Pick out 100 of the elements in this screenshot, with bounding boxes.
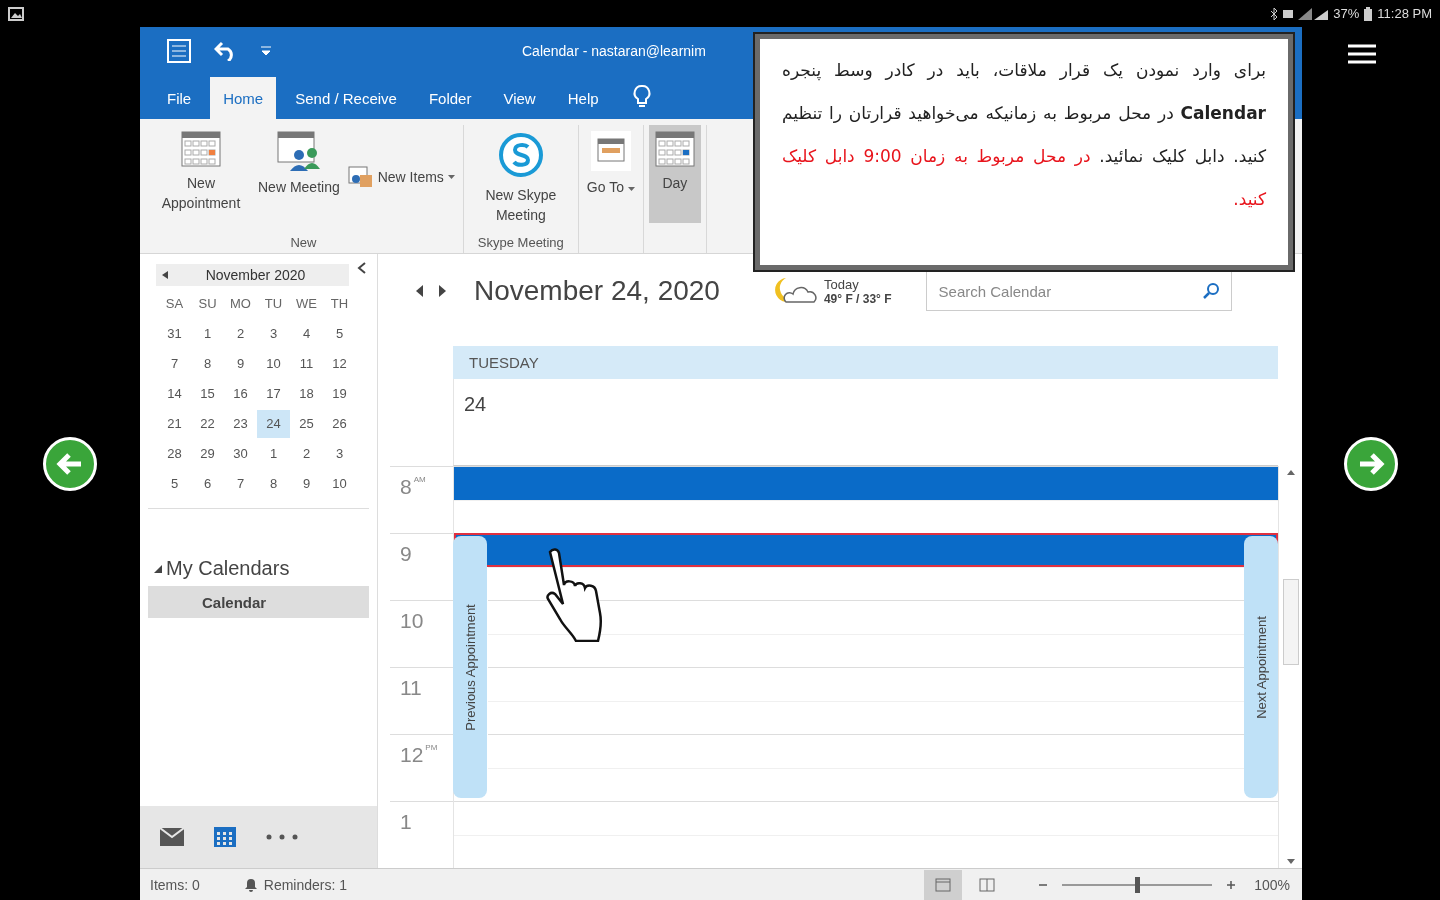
time-slot[interactable] <box>454 466 1278 500</box>
clock-text: 11:28 PM <box>1377 6 1432 21</box>
hour-label: 12 <box>400 743 424 767</box>
calendar-day[interactable]: 1 <box>257 440 290 468</box>
calendar-day[interactable]: 10 <box>257 350 290 378</box>
meeting-icon <box>276 131 321 171</box>
next-appointment-tab[interactable]: Next Appointment <box>1244 536 1278 798</box>
ribbon-tab[interactable]: Send / Receive <box>282 77 410 119</box>
calendar-day[interactable]: 14 <box>158 380 191 408</box>
calendar-day[interactable]: 5 <box>158 470 191 498</box>
calendar-day[interactable]: 29 <box>191 440 224 468</box>
previous-month-icon[interactable] <box>162 271 168 279</box>
calendar-day[interactable]: 21 <box>158 410 191 438</box>
search-icon[interactable] <box>1201 282 1220 300</box>
battery-icon <box>1364 6 1373 21</box>
notification-icon <box>1283 8 1294 19</box>
calendar-day[interactable]: 8 <box>257 470 290 498</box>
calendar-day[interactable]: 26 <box>323 410 356 438</box>
new-items-button[interactable]: New Items <box>344 163 458 191</box>
weather-label: Today <box>823 276 860 292</box>
ribbon-tab[interactable]: Folder <box>415 77 485 119</box>
skype-icon <box>496 131 545 179</box>
temperature-text: 49° F / 33° F <box>823 291 892 306</box>
calendar-day[interactable]: 23 <box>224 410 257 438</box>
calendar-day[interactable]: 9 <box>224 350 257 378</box>
expand-triangle-icon <box>154 564 162 573</box>
go-to-icon <box>590 131 631 171</box>
calendar-day[interactable]: 22 <box>191 410 224 438</box>
hour-label: 9 <box>400 542 412 566</box>
weekday-label: MO <box>229 295 252 313</box>
calendar-day[interactable]: 18 <box>290 380 323 408</box>
scroll-thumb[interactable] <box>1282 579 1299 665</box>
time-slot[interactable] <box>454 533 1278 567</box>
send-receive-icon[interactable] <box>166 37 192 64</box>
calendar-nav-button[interactable] <box>212 825 238 849</box>
mail-nav-button[interactable] <box>158 826 186 848</box>
previous-appointment-tab[interactable]: Previous Appointment <box>453 536 487 798</box>
ribbon-button[interactable]: Day <box>648 125 701 223</box>
right-triangle-icon <box>439 285 446 297</box>
calendar-list-item[interactable]: Calendar <box>148 586 369 618</box>
day-number: 24 <box>464 393 487 417</box>
calendar-day[interactable]: 4 <box>290 320 323 348</box>
scroll-up-icon[interactable] <box>1286 470 1295 475</box>
zoom-slider-thumb[interactable] <box>1135 876 1141 893</box>
items-count: Items: 0 <box>150 876 200 893</box>
calendar-day[interactable]: 17 <box>257 380 290 408</box>
calendar-day[interactable]: 24 <box>257 410 290 438</box>
customize-icon[interactable] <box>260 45 272 56</box>
calendar-day[interactable]: 2 <box>224 320 257 348</box>
calendar-day[interactable]: 25 <box>290 410 323 438</box>
calendar-day[interactable]: 12 <box>323 350 356 378</box>
calendar-day[interactable]: 8 <box>191 350 224 378</box>
calendar-day[interactable]: 31 <box>158 320 191 348</box>
calendar-day[interactable]: 10 <box>323 470 356 498</box>
calendar-day[interactable]: 28 <box>158 440 191 468</box>
ribbon-tab[interactable]: Home <box>210 77 277 119</box>
my-calendars-header[interactable]: My Calendars <box>154 557 377 580</box>
calendar-day[interactable]: 30 <box>224 440 257 468</box>
calendar-day[interactable]: 9 <box>290 470 323 498</box>
calendar-day[interactable]: 7 <box>158 350 191 378</box>
calendar-day[interactable]: 16 <box>224 380 257 408</box>
previous-page-button[interactable] <box>43 436 97 491</box>
calendar-icon <box>181 131 221 167</box>
ribbon-button[interactable]: New Meeting <box>255 125 343 204</box>
weekday-label: WE <box>295 295 318 313</box>
zoom-in-icon[interactable] <box>1226 879 1237 890</box>
calendar-day[interactable]: 6 <box>191 470 224 498</box>
search-field[interactable]: Search Calendar <box>925 271 1232 311</box>
lightbulb-icon[interactable] <box>631 84 652 110</box>
collapse-icon[interactable] <box>357 262 367 274</box>
ribbon-tab[interactable]: Help <box>554 77 612 119</box>
hour-label: 1 <box>400 810 412 834</box>
calendar-day[interactable]: 1 <box>191 320 224 348</box>
weekday-label: TU <box>263 295 284 313</box>
scroll-down-icon[interactable] <box>1286 859 1295 864</box>
ribbon-button[interactable]: New Skype Meeting <box>468 125 573 232</box>
calendar-day[interactable]: 3 <box>323 440 356 468</box>
meridiem-label: PM <box>425 743 438 752</box>
calendar-day[interactable]: 11 <box>290 350 323 378</box>
calendar-day[interactable]: 7 <box>224 470 257 498</box>
ribbon-button[interactable]: New Appointment <box>149 125 253 220</box>
more-nav-button[interactable] <box>264 832 300 842</box>
weekday-label: TH <box>329 295 350 313</box>
ribbon-tab[interactable]: View <box>490 77 549 119</box>
weekday-label: SU <box>197 295 218 313</box>
bell-icon <box>243 877 258 892</box>
menu-icon[interactable] <box>1348 43 1376 65</box>
next-page-button[interactable] <box>1344 436 1398 491</box>
calendar-day[interactable]: 2 <box>290 440 323 468</box>
caret-icon <box>447 174 455 180</box>
calendar-day[interactable]: 3 <box>257 320 290 348</box>
weekday-label: SA <box>164 295 185 313</box>
calendar-day[interactable]: 19 <box>323 380 356 408</box>
hour-label: 8 <box>400 475 412 499</box>
calendar-day[interactable]: 15 <box>191 380 224 408</box>
zoom-level: 100% <box>1254 876 1290 893</box>
ribbon-tab[interactable]: File <box>154 77 205 119</box>
ribbon-button[interactable]: Go To <box>583 125 638 204</box>
meridiem-label: AM <box>413 475 426 484</box>
calendar-day[interactable]: 5 <box>323 320 356 348</box>
